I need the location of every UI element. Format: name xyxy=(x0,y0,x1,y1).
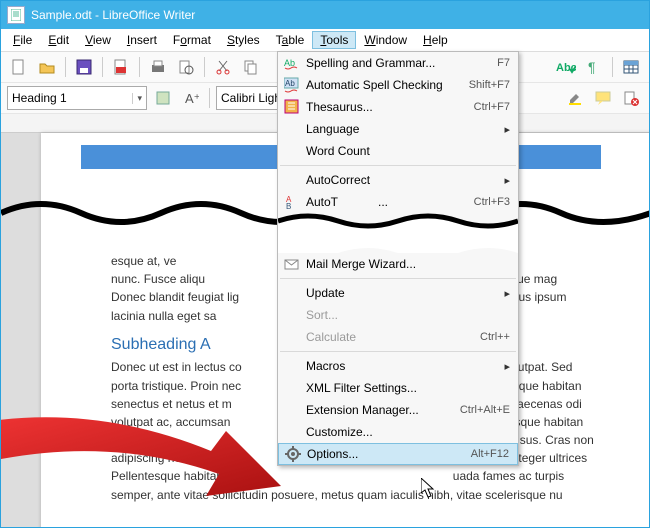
paragraph-style-combo[interactable]: Heading 1 ▾ xyxy=(7,86,147,110)
open-button[interactable] xyxy=(35,55,59,79)
toolbar-separator xyxy=(102,57,103,77)
toolbar-separator xyxy=(204,57,205,77)
spellcheck-button[interactable]: Abc xyxy=(554,55,578,79)
menu-edit[interactable]: Edit xyxy=(40,31,77,49)
menu-separator xyxy=(280,351,516,352)
menu-update[interactable]: Update ▸ xyxy=(278,282,518,304)
tear-wave-decoration xyxy=(278,213,518,253)
menu-auto-spellcheck[interactable]: Ab Automatic Spell Checking Shift+F7 xyxy=(278,74,518,96)
menu-language[interactable]: Language ▸ xyxy=(278,118,518,140)
insert-comment-button[interactable] xyxy=(591,86,615,110)
menu-autocorrect[interactable]: AutoCorrect ▸ xyxy=(278,169,518,191)
menu-calculate: Calculate Ctrl++ xyxy=(278,326,518,348)
svg-text:Ab: Ab xyxy=(284,58,295,68)
menu-xml-filter[interactable]: XML Filter Settings... xyxy=(278,377,518,399)
menu-mail-merge[interactable]: Mail Merge Wizard... xyxy=(278,253,518,275)
svg-text:¶: ¶ xyxy=(588,59,596,75)
submenu-arrow-icon: ▸ xyxy=(498,287,510,300)
menu-macros[interactable]: Macros ▸ xyxy=(278,355,518,377)
thesaurus-icon xyxy=(284,99,300,115)
cut-button[interactable] xyxy=(211,55,235,79)
document-icon xyxy=(7,6,25,24)
new-style-button[interactable]: A⁺ xyxy=(179,86,203,110)
toolbar-separator xyxy=(65,57,66,77)
svg-text:B: B xyxy=(286,202,291,210)
menu-thesaurus[interactable]: Thesaurus... Ctrl+F7 xyxy=(278,96,518,118)
delete-button[interactable] xyxy=(619,86,643,110)
mail-merge-icon xyxy=(284,256,300,272)
toolbar-separator xyxy=(612,57,613,77)
menu-spelling-grammar[interactable]: Ab Spelling and Grammar... F7 xyxy=(278,52,518,74)
new-doc-button[interactable] xyxy=(7,55,31,79)
menu-file[interactable]: File xyxy=(5,31,40,49)
menu-word-count[interactable]: Word Count xyxy=(278,140,518,162)
svg-text:A⁺: A⁺ xyxy=(185,91,199,106)
menu-separator xyxy=(280,278,516,279)
copy-button[interactable] xyxy=(239,55,263,79)
print-button[interactable] xyxy=(146,55,170,79)
print-preview-button[interactable] xyxy=(174,55,198,79)
menu-sort: Sort... xyxy=(278,304,518,326)
font-name-value: Calibri Light xyxy=(221,91,284,105)
menu-autotext[interactable]: AB AutoT... Ctrl+F3 xyxy=(278,191,518,213)
menu-insert[interactable]: Insert xyxy=(119,31,165,49)
menu-tools[interactable]: Tools xyxy=(312,31,356,49)
app-window: Sample.odt - LibreOffice Writer File Edi… xyxy=(0,0,650,528)
menu-separator xyxy=(280,165,516,166)
window-title: Sample.odt - LibreOffice Writer xyxy=(31,8,195,22)
menu-options[interactable]: Options... Alt+F12 xyxy=(278,443,518,465)
table-button[interactable] xyxy=(619,55,643,79)
menu-window[interactable]: Window xyxy=(356,31,415,49)
paragraph-style-value: Heading 1 xyxy=(12,91,67,105)
submenu-arrow-icon: ▸ xyxy=(498,360,510,373)
mouse-cursor-icon xyxy=(421,478,437,498)
formatting-marks-button[interactable]: ¶ xyxy=(582,55,606,79)
menu-table[interactable]: Table xyxy=(268,31,313,49)
highlight-color-button[interactable] xyxy=(563,86,587,110)
toolbar-separator xyxy=(209,88,210,108)
menu-extension-manager[interactable]: Extension Manager... Ctrl+Alt+E xyxy=(278,399,518,421)
menu-styles[interactable]: Styles xyxy=(219,31,268,49)
tools-menu-dropdown: Ab Spelling and Grammar... F7 Ab Automat… xyxy=(277,51,519,466)
export-pdf-button[interactable] xyxy=(109,55,133,79)
menu-format[interactable]: Format xyxy=(165,31,219,49)
submenu-arrow-icon: ▸ xyxy=(498,174,510,187)
submenu-arrow-icon: ▸ xyxy=(498,123,510,136)
update-style-button[interactable] xyxy=(151,86,175,110)
menu-view[interactable]: View xyxy=(77,31,119,49)
toolbar-separator xyxy=(139,57,140,77)
save-button[interactable] xyxy=(72,55,96,79)
autotext-icon: AB xyxy=(284,194,300,210)
callout-arrow xyxy=(0,396,291,516)
spellcheck-icon: Ab xyxy=(284,55,300,71)
dropdown-arrow-icon: ▾ xyxy=(132,93,142,104)
auto-spellcheck-icon: Ab xyxy=(284,77,300,93)
menu-bar: File Edit View Insert Format Styles Tabl… xyxy=(1,29,649,52)
menu-customize[interactable]: Customize... xyxy=(278,421,518,443)
svg-text:Ab: Ab xyxy=(285,79,295,88)
menu-help[interactable]: Help xyxy=(415,31,456,49)
title-bar: Sample.odt - LibreOffice Writer xyxy=(1,1,649,29)
